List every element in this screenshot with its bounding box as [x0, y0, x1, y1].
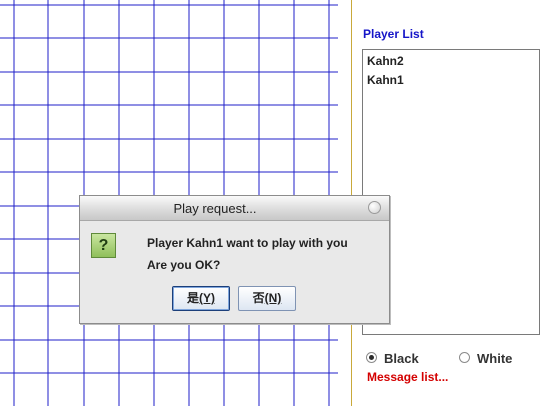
- dialog-message-line2: Are you OK?: [147, 258, 221, 272]
- no-button-mnemonic: (N): [264, 291, 282, 305]
- yes-button[interactable]: 是(Y): [172, 286, 230, 311]
- question-icon: ?: [91, 233, 116, 258]
- no-button[interactable]: 否(N): [238, 286, 296, 311]
- yes-button-mnemonic: (Y): [199, 291, 215, 305]
- dialog-message-line1: Player Kahn1 want to play with you: [147, 236, 348, 250]
- yes-button-label: 是: [186, 291, 199, 305]
- dialog-title-bar[interactable]: Play request...: [80, 196, 389, 221]
- player-list-title: Player List: [363, 27, 424, 41]
- black-radio[interactable]: [366, 352, 377, 363]
- dialog-title: Play request...: [173, 201, 257, 216]
- message-list-title: Message list...: [367, 370, 449, 384]
- white-radio-label[interactable]: White: [477, 351, 512, 366]
- close-icon[interactable]: [368, 201, 381, 214]
- player-list-item[interactable]: Kahn1: [367, 73, 404, 87]
- white-radio[interactable]: [459, 352, 470, 363]
- radio-selected-dot: [369, 355, 374, 360]
- play-request-dialog: Play request... ? Player Kahn1 want to p…: [79, 195, 390, 324]
- black-radio-label[interactable]: Black: [384, 351, 419, 366]
- no-button-label: 否: [252, 291, 265, 305]
- player-list-item[interactable]: Kahn2: [367, 54, 404, 68]
